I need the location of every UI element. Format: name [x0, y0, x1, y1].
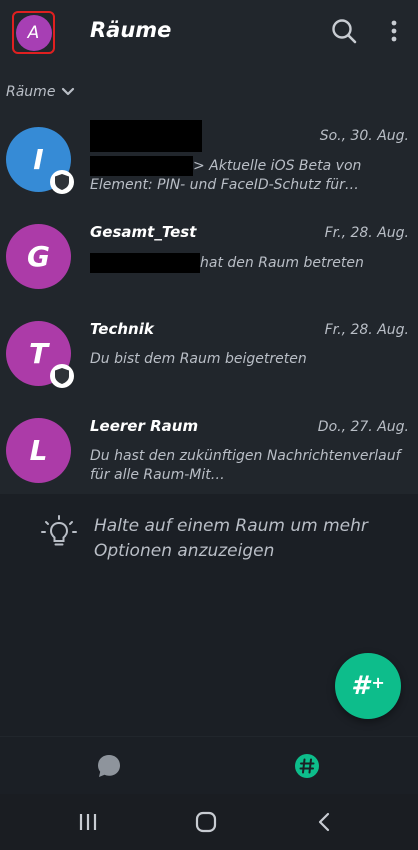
room-preview: Du bist dem Raum beigetreten: [90, 351, 307, 367]
fab-label: #: [351, 671, 370, 701]
room-date: Fr., 28. Aug.: [324, 322, 409, 338]
lightbulb-icon: [41, 515, 77, 546]
chat-bubble-icon[interactable]: [96, 753, 122, 779]
create-room-button[interactable]: # +: [335, 653, 401, 719]
redacted-block: [90, 156, 193, 176]
system-navigation-bar: [0, 794, 418, 850]
room-preview: > Aktuelle iOS Beta von Element: PIN- un…: [90, 156, 412, 194]
room-item[interactable]: I So., 30. Aug. > Aktuelle iOS Beta von …: [0, 118, 418, 215]
chevron-down-icon: [62, 87, 75, 96]
section-label: Räume: [6, 84, 56, 100]
room-item[interactable]: G Gesamt_Test Fr., 28. Aug. hat den Raum…: [0, 215, 418, 312]
room-date: Fr., 28. Aug.: [324, 225, 409, 241]
shield-icon: [50, 364, 74, 388]
room-avatar: L: [6, 418, 71, 483]
redacted-block: [90, 253, 200, 273]
room-date: Do., 27. Aug.: [317, 419, 409, 435]
room-preview-text: hat den Raum betreten: [200, 255, 364, 271]
search-icon[interactable]: [331, 18, 357, 44]
room-name: Gesamt_Test: [90, 223, 197, 241]
rooms-hash-icon[interactable]: [294, 753, 320, 779]
room-name: [90, 120, 202, 152]
recents-icon[interactable]: [76, 810, 100, 834]
room-item[interactable]: T Technik Fr., 28. Aug. Du bist dem Raum…: [0, 312, 418, 409]
room-name: Leerer Raum: [90, 417, 199, 435]
room-preview: Du hast den zukünftigen Nachrichtenverla…: [90, 448, 401, 483]
shield-icon: [50, 170, 74, 194]
bottom-navigation: [0, 737, 418, 794]
top-app-bar: A Räume: [0, 0, 418, 66]
room-avatar: G: [6, 224, 71, 289]
room-item[interactable]: L Leerer Raum Do., 27. Aug. Du hast den …: [0, 409, 418, 506]
back-icon[interactable]: [313, 810, 337, 834]
hint-text: Halte auf einem Raum um mehr Optionen an…: [94, 516, 368, 561]
room-list: I So., 30. Aug. > Aktuelle iOS Beta von …: [0, 118, 418, 506]
home-icon[interactable]: [194, 810, 218, 834]
hint: Halte auf einem Raum um mehr Optionen an…: [40, 514, 374, 564]
fab-plus: +: [371, 672, 385, 692]
room-preview: hat den Raum betreten: [90, 253, 412, 273]
rooms-section-header[interactable]: Räume: [6, 84, 75, 100]
room-name: Technik: [90, 320, 154, 338]
redacted-block: [90, 120, 202, 152]
avatar: A: [15, 14, 52, 51]
room-date: So., 30. Aug.: [319, 128, 409, 144]
user-avatar-button[interactable]: A: [12, 11, 55, 54]
more-vertical-icon[interactable]: [384, 18, 404, 44]
page-title: Räume: [90, 18, 172, 42]
